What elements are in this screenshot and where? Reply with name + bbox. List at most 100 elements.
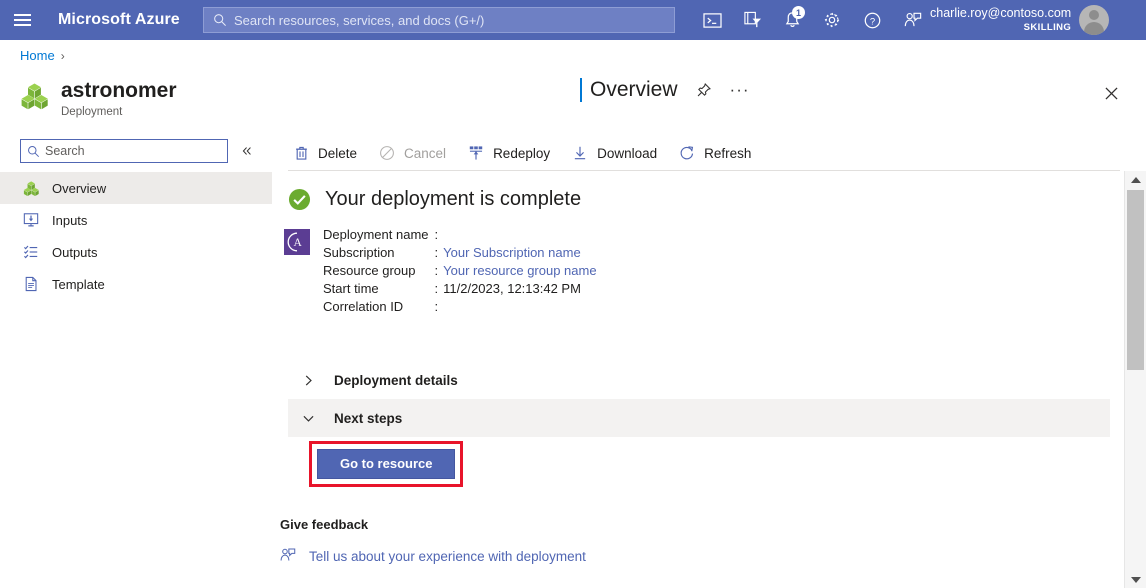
- astronomer-a-icon: A: [284, 229, 310, 255]
- info-key: Deployment name: [323, 227, 429, 242]
- deployment-info-grid: Deployment name : Subscription : Your Su…: [323, 227, 597, 314]
- sidebar-item-overview[interactable]: Overview: [0, 172, 272, 204]
- accordion-label: Next steps: [334, 410, 403, 426]
- sidebar-nav-list: Overview Inputs Outputs Template: [0, 172, 272, 300]
- sidebar-item-label: Outputs: [52, 244, 98, 260]
- scroll-up-arrow-icon[interactable]: [1125, 171, 1146, 188]
- sidebar: Overview Inputs: [0, 136, 272, 588]
- feedback-link-label: Tell us about your experience with deplo…: [309, 549, 586, 564]
- trash-icon: [291, 144, 311, 162]
- chevron-down-icon: [300, 413, 316, 424]
- success-check-icon: [288, 188, 311, 211]
- global-search-input[interactable]: [234, 12, 674, 28]
- cloud-shell-button[interactable]: [692, 0, 732, 40]
- more-options-button[interactable]: ···: [730, 79, 750, 101]
- accordion-deployment-details[interactable]: Deployment details: [288, 361, 1110, 399]
- template-document-icon: [22, 275, 40, 293]
- sidebar-search-box[interactable]: [20, 139, 228, 163]
- svg-text:A: A: [293, 237, 302, 249]
- sidebar-item-label: Template: [52, 276, 105, 292]
- scroll-down-arrow-icon[interactable]: [1125, 571, 1146, 588]
- pin-button[interactable]: [694, 79, 714, 101]
- download-button[interactable]: Download: [567, 138, 668, 168]
- status-text: Your deployment is complete: [325, 188, 582, 210]
- redeploy-button[interactable]: Redeploy: [463, 138, 561, 168]
- hamburger-icon: [13, 11, 31, 29]
- refresh-button[interactable]: Refresh: [674, 138, 762, 168]
- subscription-link[interactable]: Your Subscription name: [443, 245, 596, 260]
- account-email: charlie.roy@contoso.com: [930, 6, 1072, 21]
- chevron-right-icon: [300, 374, 316, 387]
- info-colon: :: [434, 263, 439, 278]
- info-key: Subscription: [323, 245, 395, 260]
- sidebar-search-row: [20, 139, 255, 163]
- sidebar-item-label: Inputs: [52, 212, 88, 228]
- deployment-info-block: A Deployment name : Subscription : Your …: [284, 227, 597, 314]
- notifications-badge: 1: [792, 6, 805, 19]
- command-label: Download: [597, 145, 658, 161]
- resource-type-label: Deployment: [61, 106, 123, 118]
- avatar[interactable]: [1079, 5, 1110, 35]
- breadcrumb: Home ›: [20, 48, 71, 63]
- info-key: Start time: [323, 281, 379, 296]
- download-arrow-icon: [570, 144, 590, 162]
- info-colon: :: [434, 281, 439, 296]
- command-bar: Delete Cancel Redeploy Download Refresh: [288, 136, 1120, 170]
- double-chevron-left-icon: [242, 147, 251, 155]
- info-value: [443, 299, 596, 314]
- account-menu[interactable]: charlie.roy@contoso.com SKILLING: [930, 0, 1110, 40]
- top-bar-icon-group: 1 ?: [692, 0, 932, 40]
- account-organization: SKILLING: [1023, 21, 1072, 33]
- blade-title-group: Overview ···: [580, 78, 750, 102]
- breadcrumb-separator-icon: ›: [60, 48, 65, 63]
- settings-button[interactable]: [812, 0, 852, 40]
- sidebar-item-template[interactable]: Template: [0, 268, 272, 300]
- feedback-link[interactable]: Tell us about your experience with deplo…: [279, 547, 586, 566]
- page-title: astronomer: [61, 79, 177, 102]
- resource-group-link[interactable]: Your resource group name: [443, 263, 596, 278]
- info-key: Resource group: [323, 263, 416, 278]
- give-feedback-heading: Give feedback: [280, 517, 369, 532]
- feedback-button[interactable]: [892, 0, 932, 40]
- scrollbar-thumb[interactable]: [1127, 190, 1144, 370]
- command-label: Redeploy: [493, 145, 551, 161]
- cancel-circle-icon: [377, 144, 397, 162]
- go-to-resource-button[interactable]: Go to resource: [317, 449, 456, 479]
- svg-text:?: ?: [869, 16, 874, 27]
- azure-brand-title[interactable]: Microsoft Azure: [58, 11, 180, 29]
- delete-button[interactable]: Delete: [288, 138, 368, 168]
- info-value: [443, 227, 596, 242]
- help-question-icon: ?: [864, 12, 880, 28]
- cloud-shell-icon: [702, 12, 722, 28]
- cancel-button: Cancel: [374, 138, 457, 168]
- accordion-next-steps[interactable]: Next steps: [288, 399, 1110, 437]
- deployment-cubes-icon: [20, 81, 50, 111]
- accordion-label: Deployment details: [334, 372, 458, 388]
- account-text: charlie.roy@contoso.com SKILLING: [930, 7, 1071, 32]
- notifications-button[interactable]: 1: [772, 0, 812, 40]
- inputs-icon: [22, 211, 40, 229]
- search-input[interactable]: [45, 144, 227, 158]
- sidebar-item-label: Overview: [52, 180, 107, 196]
- breadcrumb-item-home[interactable]: Home: [20, 48, 55, 63]
- title-accent-bar: [580, 78, 582, 102]
- close-blade-button[interactable]: [1098, 80, 1124, 106]
- directories-subscriptions-button[interactable]: [732, 0, 772, 40]
- search-icon: [213, 13, 227, 27]
- settings-gear-icon: [824, 12, 840, 28]
- accordion-group: Deployment details Next steps: [288, 361, 1110, 437]
- resource-titles: astronomer Deployment: [61, 78, 177, 118]
- feedback-person-icon: [904, 12, 921, 27]
- overview-cubes-icon: [22, 179, 40, 197]
- main-content: Your deployment is complete A Deployment…: [272, 171, 1124, 588]
- close-icon: [1104, 86, 1118, 100]
- help-button[interactable]: ?: [852, 0, 892, 40]
- sidebar-item-outputs[interactable]: Outputs: [0, 236, 272, 268]
- vertical-scrollbar[interactable]: [1124, 171, 1146, 588]
- global-top-bar: Microsoft Azure 1: [0, 0, 1146, 40]
- collapse-sidebar-button[interactable]: [239, 141, 255, 161]
- global-search-box[interactable]: [203, 7, 675, 33]
- sidebar-item-inputs[interactable]: Inputs: [0, 204, 272, 236]
- deployment-status: Your deployment is complete: [288, 188, 581, 211]
- hamburger-menu-button[interactable]: [0, 0, 44, 40]
